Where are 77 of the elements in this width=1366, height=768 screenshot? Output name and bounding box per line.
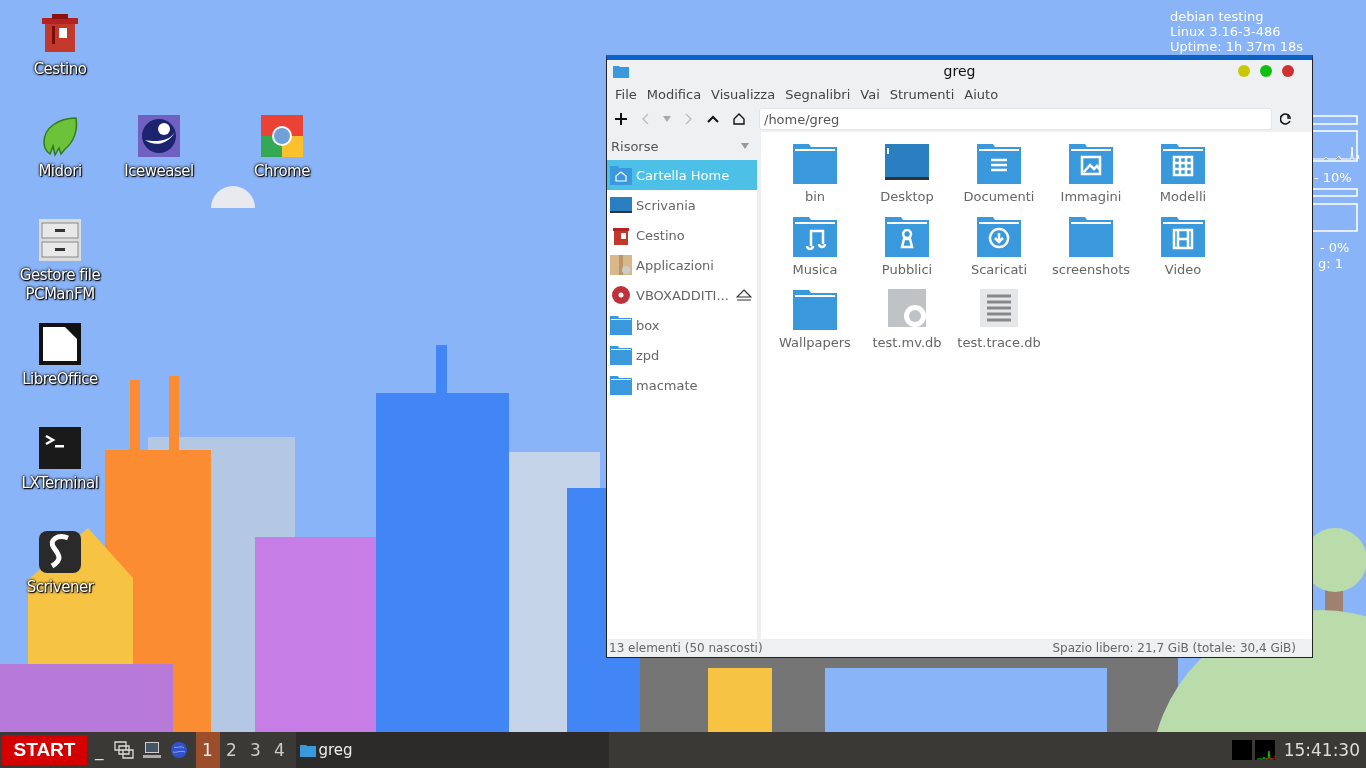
folder-icon (613, 64, 629, 78)
menu-item[interactable]: Visualizza (711, 86, 782, 102)
swap-reading: - 0% (1320, 240, 1350, 255)
menu-item[interactable]: Aiuto (964, 86, 1005, 102)
icon-view-item[interactable]: Desktop (861, 140, 953, 213)
weasel-icon[interactable] (137, 114, 181, 158)
folder-icon (610, 375, 632, 395)
folder-icon (610, 315, 632, 335)
clock: 15:41:30 (1283, 740, 1360, 760)
workspace-button[interactable]: 1 (195, 732, 220, 768)
system-info-text: Uptime: 1h 37m 18s (1170, 39, 1303, 54)
chrome-icon[interactable] (260, 114, 304, 158)
scroll-icon[interactable] (38, 530, 82, 574)
windows-icon[interactable] (113, 741, 134, 759)
desktop-icon-label: Gestore file PCManFM (18, 266, 102, 304)
icon-view-item[interactable]: Wallpapers (769, 286, 861, 359)
item-count-text: 13 elementi (50 nascosti) (609, 641, 763, 655)
cloud-drawing (211, 186, 255, 208)
network-monitor-drawing (1254, 740, 1275, 760)
icon-view-item[interactable]: Pubblici (861, 213, 953, 286)
menu-item[interactable]: File (615, 86, 643, 102)
document-icon[interactable] (38, 322, 82, 366)
process-reading: g: 1 (1318, 256, 1344, 271)
system-info-text: debian testing (1170, 9, 1265, 24)
workspace-button[interactable]: 4 (267, 732, 292, 768)
menu-item[interactable]: Modifica (646, 86, 708, 102)
desktop-icon-label: Chrome (253, 162, 311, 181)
desktop-icon-label: Iceweasel (123, 162, 195, 181)
workspace-button[interactable]: 3 (243, 732, 268, 768)
icon-view-item[interactable]: Video (1137, 213, 1229, 286)
icon-view-item[interactable]: Musica (769, 213, 861, 286)
start-button[interactable]: START (2, 735, 87, 765)
globe-icon[interactable] (169, 741, 188, 759)
refresh-icon[interactable] (1280, 113, 1292, 125)
computer-icon[interactable] (141, 741, 162, 759)
menu-item[interactable]: Vai (860, 86, 886, 102)
folder-icon (610, 345, 632, 365)
icon-view-item[interactable]: Scaricati (953, 213, 1045, 286)
terminal-icon[interactable] (38, 426, 82, 470)
desktop-icon-label: LXTerminal (20, 474, 100, 493)
home-icon[interactable] (733, 113, 745, 125)
cabinet-icon[interactable] (38, 218, 82, 262)
workspace-button[interactable]: 2 (219, 732, 244, 768)
menu-item[interactable]: Strumenti (889, 86, 961, 102)
icon-view-item[interactable]: screenshots (1045, 213, 1137, 286)
icon-view-item[interactable]: Immagini (1045, 140, 1137, 213)
close-button[interactable] (1282, 65, 1294, 77)
desktop-icon-label: LibreOffice (21, 370, 99, 389)
show-desktop-button[interactable]: _ (95, 740, 104, 760)
up-icon[interactable] (707, 115, 719, 123)
path-field[interactable]: /home/greg (759, 108, 1272, 130)
window-title: greg (942, 63, 977, 79)
icon-view-item[interactable]: bin (769, 140, 861, 213)
text-file-icon (977, 286, 1021, 330)
new-tab-icon[interactable] (615, 113, 627, 125)
trash-icon (610, 225, 632, 245)
home-icon (610, 165, 632, 185)
desktop-icon-label: Midori (37, 162, 83, 181)
menu-item[interactable]: Segnalibri (785, 86, 857, 102)
icon-view-item[interactable]: Modelli (1137, 140, 1229, 213)
cpu-monitor-drawing (1231, 740, 1252, 760)
icon-view-item[interactable]: test.mv.db (861, 286, 953, 359)
places-header: Risorse (611, 138, 659, 154)
icon-view-item[interactable]: Documenti (953, 140, 1045, 213)
gear-file-icon (885, 286, 929, 330)
desktop-icon-label: Cestino (32, 60, 88, 79)
task-button[interactable]: greg (295, 732, 609, 768)
disc-icon (610, 285, 632, 305)
package-icon (610, 255, 632, 275)
free-space-text: Spazio libero: 21,7 GiB (totale: 30,4 GiB) (1052, 641, 1296, 655)
system-info-text: Linux 3.16-3-486 (1170, 24, 1282, 39)
eject-icon[interactable] (736, 288, 752, 302)
cpu-reading: - 10% (1314, 170, 1352, 185)
desktop-icon (610, 195, 632, 215)
building-drawing (708, 668, 772, 732)
icon-view-item[interactable]: test.trace.db (953, 286, 1045, 359)
folder-icon (299, 743, 316, 757)
